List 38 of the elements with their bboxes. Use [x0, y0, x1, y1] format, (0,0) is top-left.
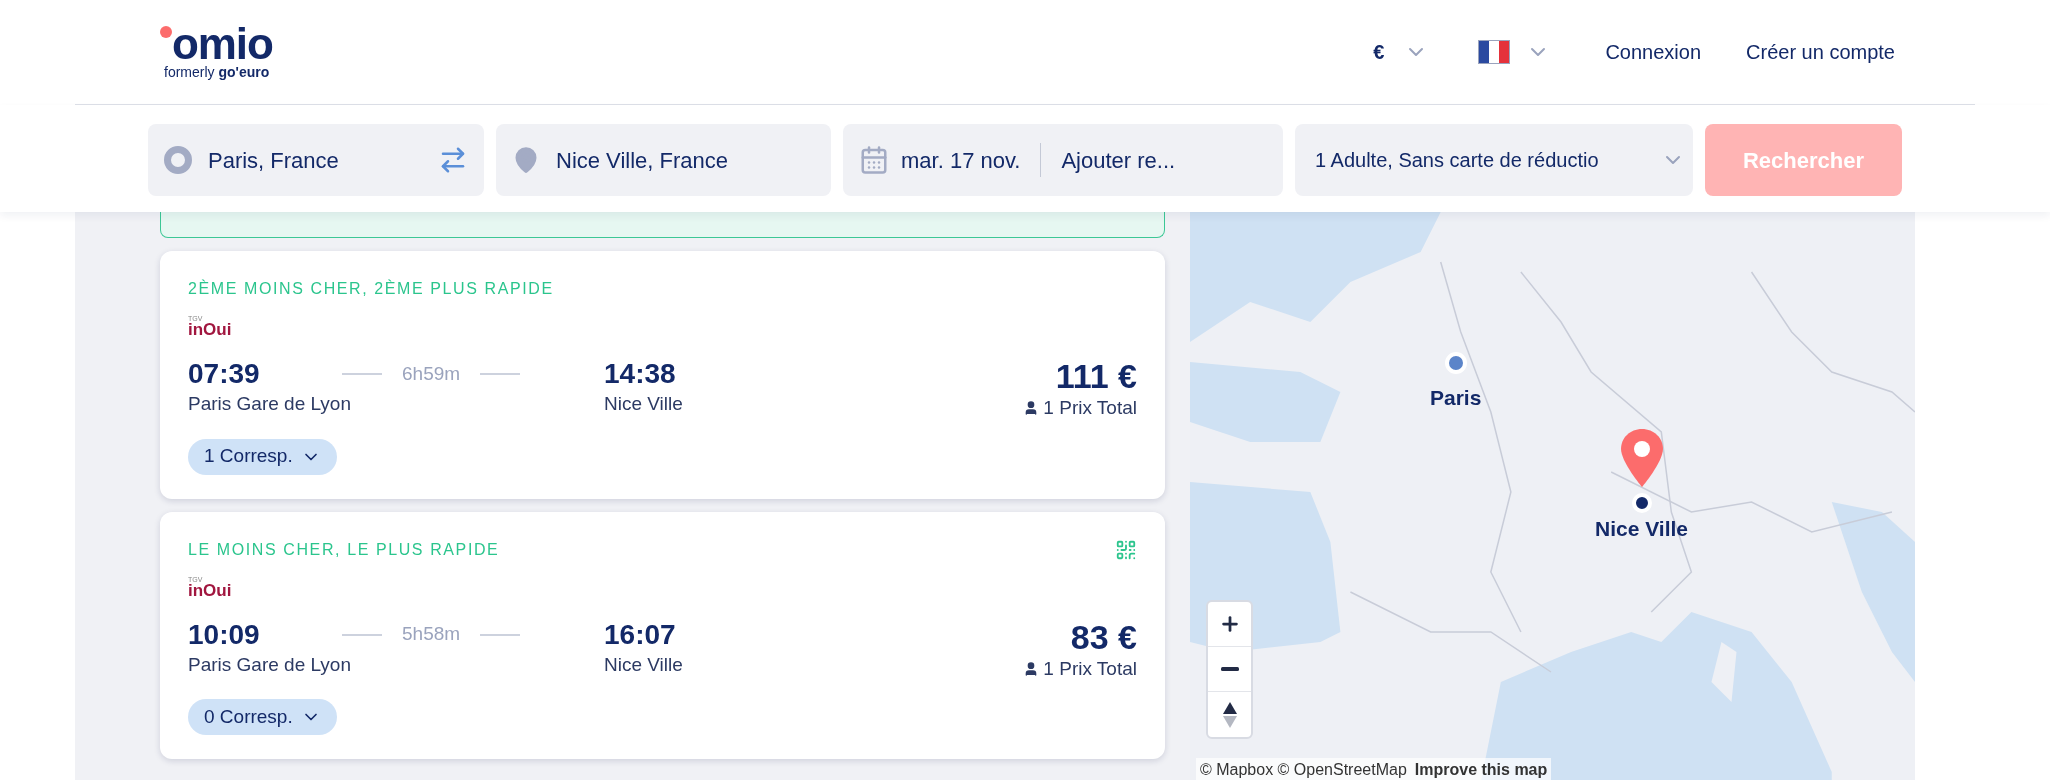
arrival-station: Nice Ville	[604, 652, 683, 677]
arrival-time: 14:38	[604, 358, 677, 390]
logo-wordmark[interactable]: omio	[172, 24, 273, 64]
departure-station: Paris Gare de Lyon	[188, 392, 352, 416]
improve-map-link[interactable]: Improve this map	[1414, 758, 1548, 780]
flag-icon	[1478, 40, 1511, 64]
transfers-button[interactable]: 1 Corresp.	[188, 438, 337, 475]
destination-field[interactable]: Nice Ville, France	[496, 124, 831, 196]
arrival-time: 16:07	[604, 618, 677, 651]
currency-selector[interactable]: €	[1373, 37, 1429, 67]
calendar-icon	[859, 145, 889, 175]
return-date-button[interactable]: Ajouter re...	[1061, 143, 1176, 177]
logo-tagline: formerly go'euro	[164, 64, 271, 80]
marker-label: Paris	[1430, 385, 1482, 411]
departure-time: 07:39	[188, 358, 261, 390]
result-tag: LE MOINS CHER, LE PLUS RAPIDE	[188, 537, 500, 562]
price: 83 €	[1070, 618, 1137, 655]
marker-label: Nice Ville	[1595, 516, 1688, 542]
departure-time: 10:09	[188, 618, 261, 651]
result-tag: 2ÈME MOINS CHER, 2ÈME PLUS RAPIDE	[188, 277, 554, 301]
header-link[interactable]: Créer un compte	[1746, 37, 1895, 67]
departure-date-button[interactable]: mar. 17 nov.	[901, 143, 1021, 177]
operator-name: inOui	[188, 321, 232, 338]
header-link[interactable]: Connexion	[1605, 37, 1702, 67]
trip-duration: 6h59m	[402, 361, 461, 386]
trip-duration: 5h58m	[402, 622, 461, 647]
map-attribution: © Mapbox © OpenStreetMap	[1200, 760, 1407, 780]
minus-icon	[1220, 667, 1239, 671]
price-note: 1 Prix Total	[1043, 656, 1137, 681]
compass-icon	[1222, 701, 1237, 728]
passengers-field[interactable]: 1 Adulte, Sans carte de réductio	[1295, 124, 1693, 196]
arrival-station: Nice Ville	[604, 392, 683, 416]
origin-field[interactable]: Paris, France	[148, 124, 484, 196]
price-note: 1 Prix Total	[1043, 396, 1137, 420]
transfers-button[interactable]: 0 Corresp.	[188, 699, 337, 735]
operator-name: inOui	[188, 581, 232, 599]
price: 111 €	[1055, 358, 1137, 394]
departure-station: Paris Gare de Lyon	[188, 652, 352, 677]
